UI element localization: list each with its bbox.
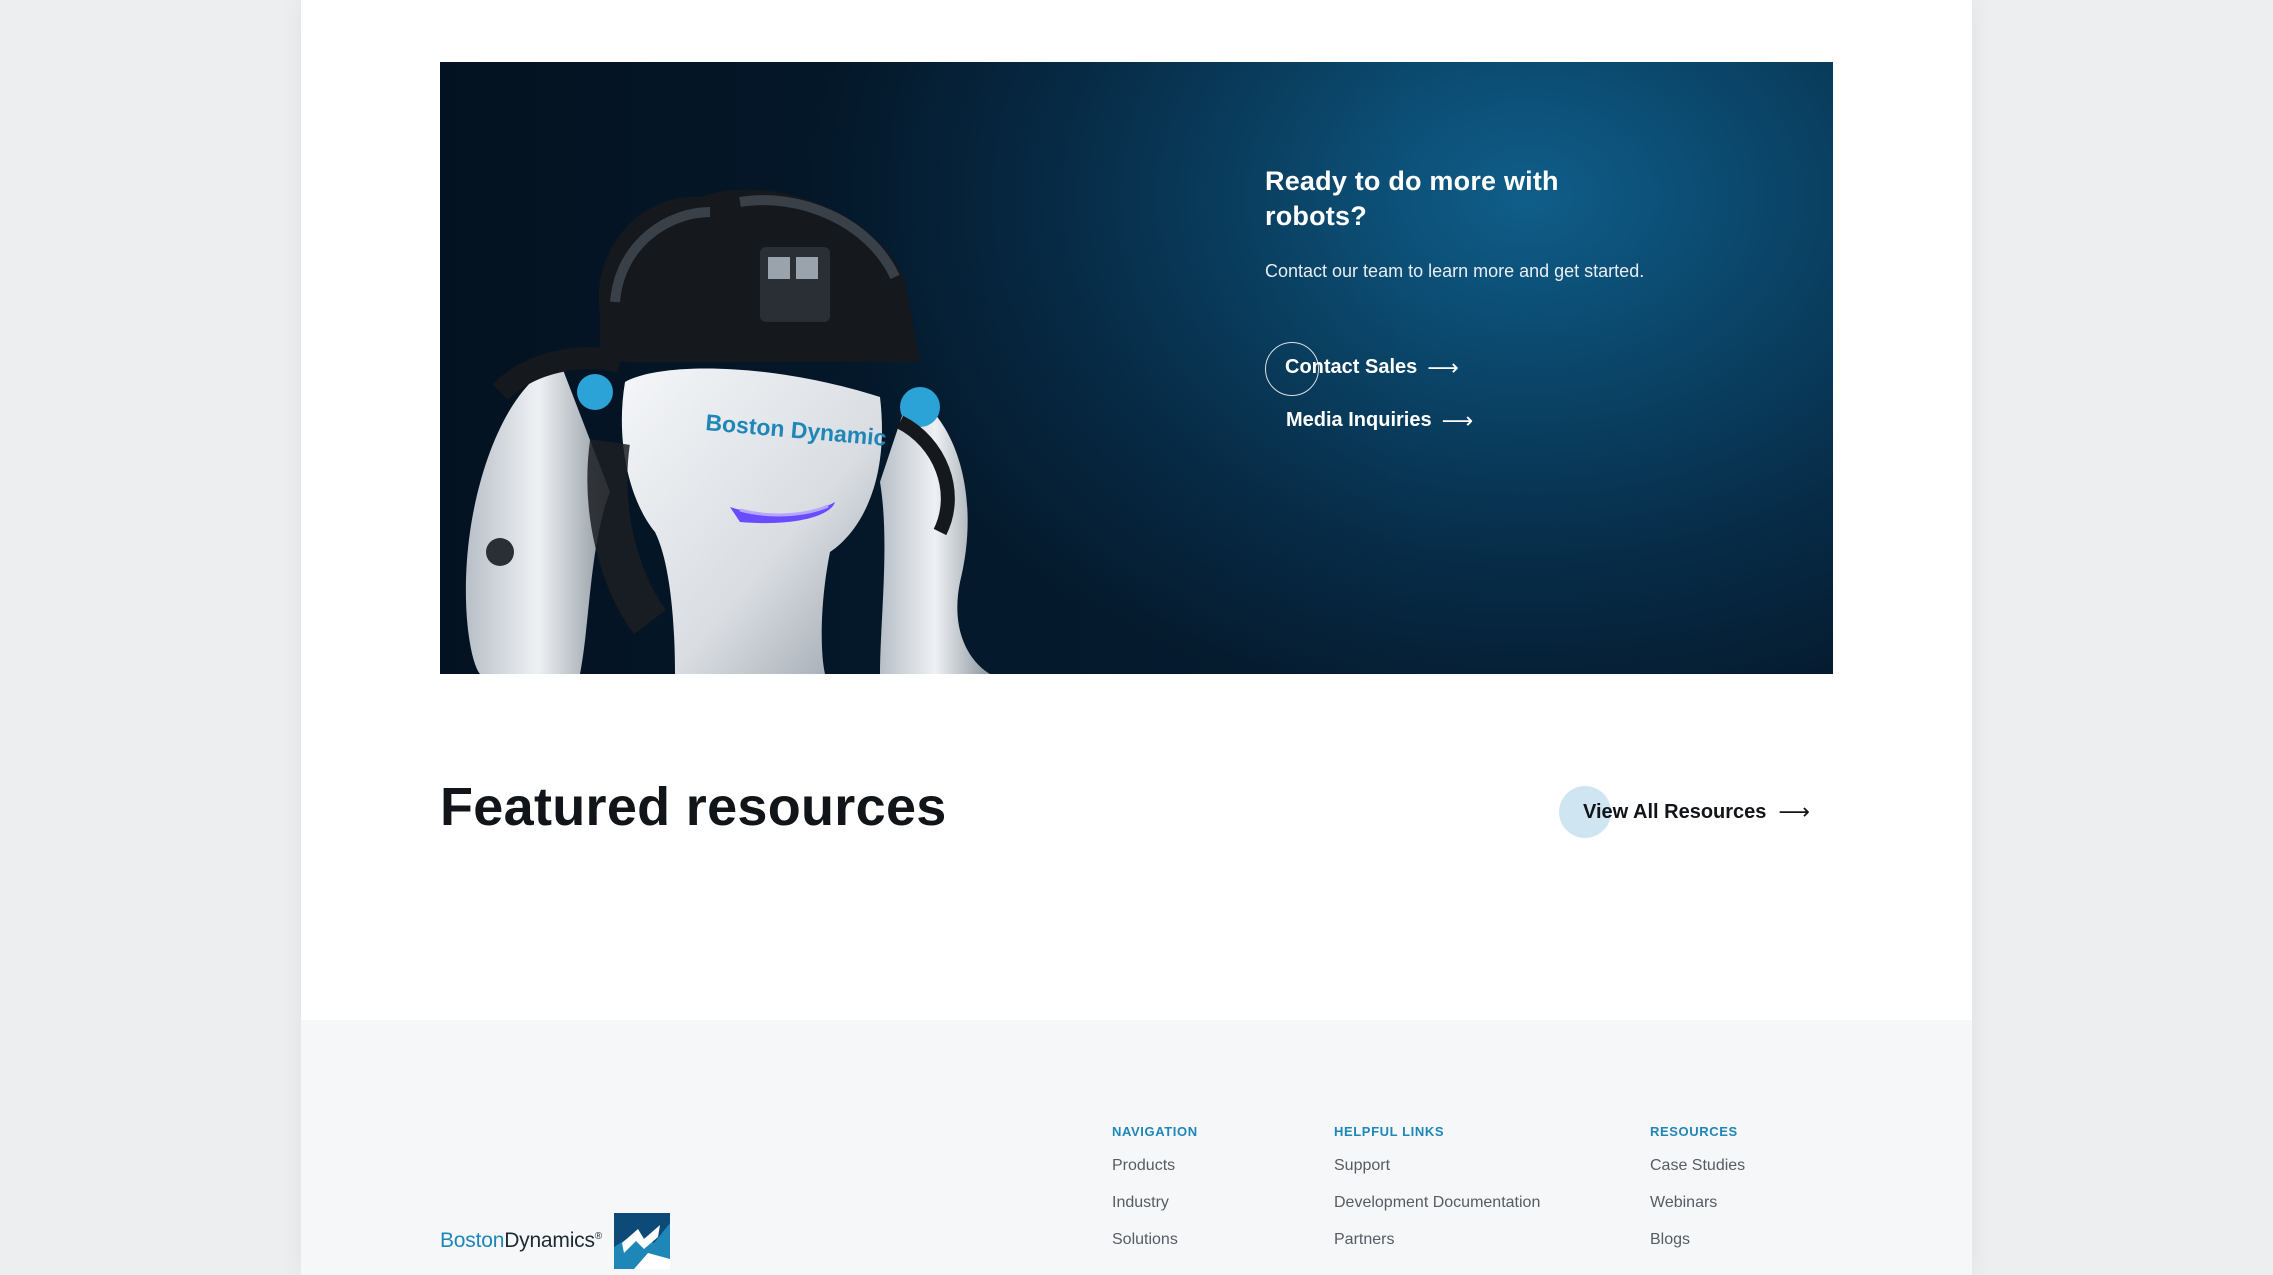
page-content: Boston Dynamic Ready to do more with rob…: [301, 0, 1972, 1275]
media-inquiries-label: Media Inquiries: [1286, 409, 1432, 431]
footer-link-support[interactable]: Support: [1334, 1157, 1540, 1175]
logo-mark-icon: [613, 1213, 670, 1269]
cta-heading: Ready to do more with robots?: [1265, 166, 1559, 231]
footer-column-navigation: NAVIGATION Products Industry Solutions: [1112, 1124, 1198, 1268]
footer-column-heading: RESOURCES: [1650, 1124, 1738, 1139]
cta-subtext: Contact our team to learn more and get s…: [1265, 261, 1645, 281]
arrow-right-icon: ⟶: [1778, 799, 1810, 824]
view-all-label: View All Resources: [1583, 800, 1767, 823]
hover-ring: [1265, 341, 1319, 396]
footer-link-industry[interactable]: Industry: [1112, 1194, 1198, 1212]
cta-banner: Boston Dynamic Ready to do more with rob…: [440, 62, 1833, 674]
contact-sales-link[interactable]: Contact Sales ⟶: [1265, 341, 1459, 396]
footer-column-heading: NAVIGATION: [1112, 1124, 1198, 1139]
footer-column-helpful-links: HELPFUL LINKS Support Development Docume…: [1334, 1124, 1540, 1268]
site-footer: BostonDynamics® NAVIGATION Products Indu…: [301, 1020, 1972, 1275]
media-inquiries-link[interactable]: Media Inquiries ⟶: [1286, 409, 1473, 432]
footer-link-partners[interactable]: Partners: [1334, 1231, 1540, 1249]
footer-link-blogs[interactable]: Blogs: [1650, 1231, 1745, 1249]
logo-wordmark: BostonDynamics®: [440, 1229, 602, 1252]
featured-resources-title: Featured resources: [440, 777, 947, 837]
footer-link-development-documentation[interactable]: Development Documentation: [1334, 1194, 1540, 1212]
footer-link-case-studies[interactable]: Case Studies: [1650, 1157, 1745, 1175]
arrow-right-icon: ⟶: [1441, 407, 1474, 433]
boston-dynamics-logo[interactable]: BostonDynamics®: [440, 1213, 670, 1269]
cta-text-block: Ready to do more with robots? Contact ou…: [1265, 164, 1645, 286]
footer-link-products[interactable]: Products: [1112, 1157, 1198, 1175]
footer-link-webinars[interactable]: Webinars: [1650, 1194, 1745, 1212]
footer-link-solutions[interactable]: Solutions: [1112, 1231, 1198, 1249]
footer-column-resources: RESOURCES Case Studies Webinars Blogs: [1650, 1124, 1745, 1268]
view-all-resources-link[interactable]: View All Resources ⟶: [1559, 786, 1810, 838]
arrow-right-icon: ⟶: [1427, 354, 1459, 380]
atlas-robot-image: Boston Dynamic: [465, 189, 990, 674]
footer-column-heading: HELPFUL LINKS: [1334, 1124, 1445, 1139]
